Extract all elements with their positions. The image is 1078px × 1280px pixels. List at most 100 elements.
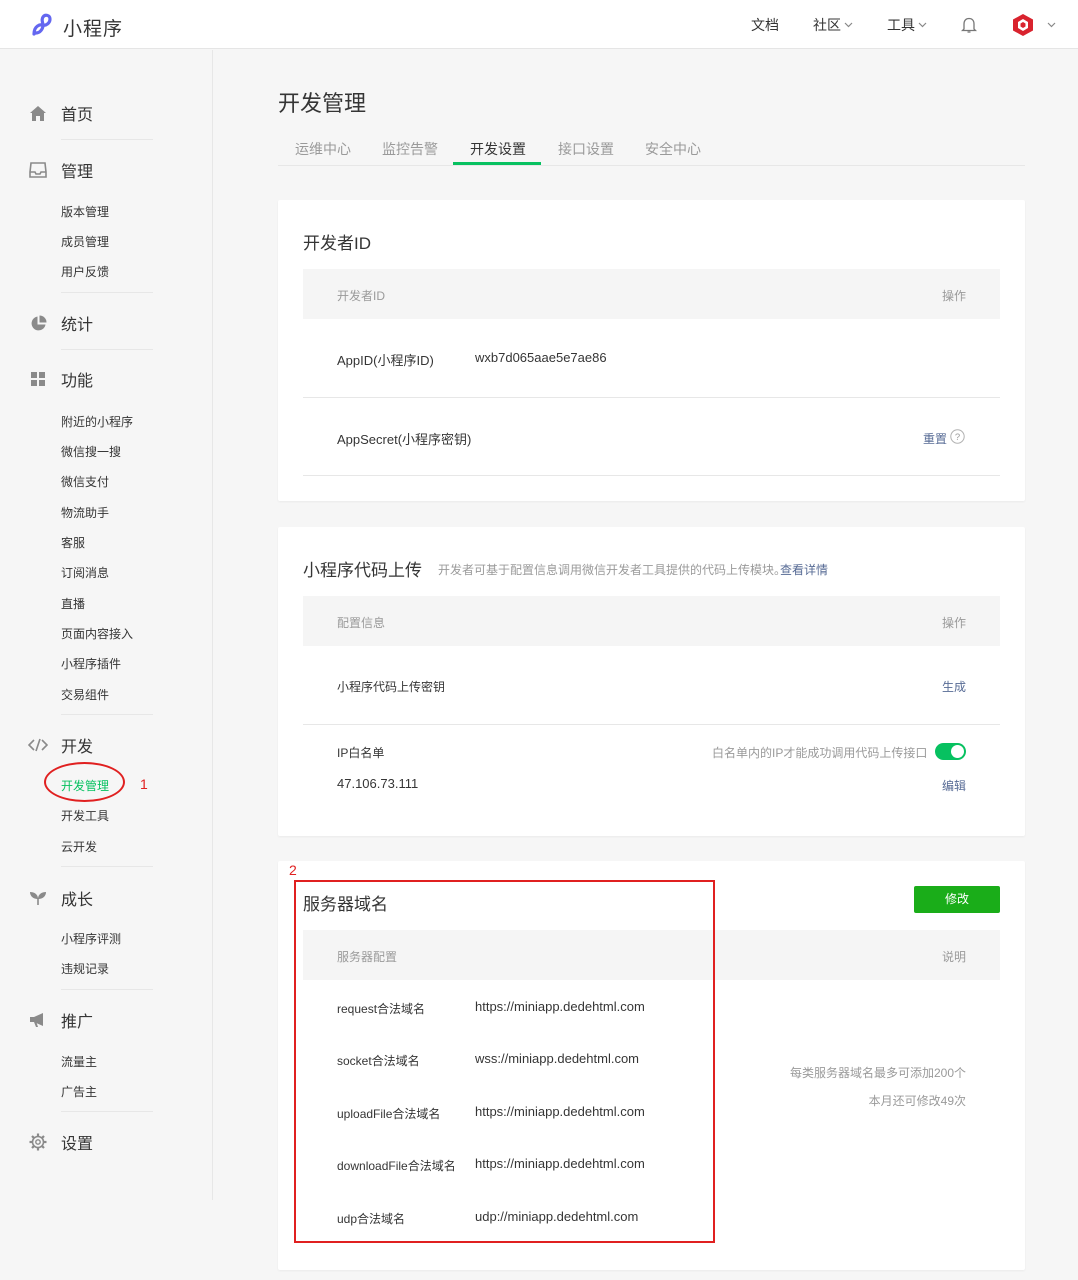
tab-api-settings[interactable]: 接口设置 [558, 139, 614, 159]
sidebar-item-label: 推广 [61, 1014, 94, 1031]
domain-limit-note: 每类服务器域名最多可添加200个 [789, 1066, 966, 1080]
sidebar-item-nearby[interactable]: 附近的小程序 [61, 413, 133, 430]
upload-key-label: 小程序代码上传密钥 [337, 680, 446, 694]
bell-icon[interactable] [961, 16, 977, 34]
sidebar-item-subscribe[interactable]: 订阅消息 [61, 564, 109, 581]
tab-ops-center[interactable]: 运维中心 [295, 139, 351, 159]
appid-label: AppID(小程序ID) [337, 353, 434, 368]
generate-key-link[interactable]: 生成 [942, 678, 966, 695]
sidebar-item-label: 管理 [61, 164, 94, 181]
sidebar-item-label: 开发 [61, 739, 94, 756]
sidebar-item-violations[interactable]: 违规记录 [61, 960, 109, 977]
nav-tools-label: 工具 [887, 16, 915, 33]
sidebar-divider [61, 866, 153, 867]
ip-whitelist-toggle[interactable] [935, 743, 966, 760]
ip-whitelist-hint: 白名单内的IP才能成功调用代码上传接口 [712, 746, 928, 760]
tab-security-center[interactable]: 安全中心 [645, 139, 701, 159]
inbox-icon [28, 160, 48, 180]
column-header: 操作 [941, 289, 966, 303]
nav-docs[interactable]: 文档 [751, 15, 779, 35]
nav-community-label: 社区 [813, 16, 841, 33]
ip-value: 47.106.73.111 [337, 776, 419, 791]
nav-tools[interactable]: 工具 [887, 15, 927, 35]
avatar [1013, 13, 1033, 36]
sidebar-item-logistics[interactable]: 物流助手 [61, 504, 109, 521]
nav-community[interactable]: 社区 [813, 15, 853, 35]
tab-bar: 运维中心 监控告警 开发设置 接口设置 安全中心 [278, 126, 1025, 166]
sidebar-item-label: 功能 [61, 373, 94, 390]
reset-secret-link[interactable]: 重置 [923, 430, 947, 447]
megaphone-icon [28, 1010, 48, 1030]
row-divider [303, 397, 1000, 398]
card-title: 开发者ID [303, 234, 371, 253]
annotation-number-2: 2 [289, 862, 297, 878]
column-header: 说明 [941, 950, 966, 964]
account-menu[interactable] [1011, 13, 1056, 37]
svg-text:?: ? [955, 432, 960, 443]
active-tab-indicator [453, 162, 541, 165]
annotation-number-1: 1 [140, 776, 148, 792]
sidebar-divider [61, 139, 153, 140]
code-upload-card: 小程序代码上传 开发者可基于配置信息调用微信开发者工具提供的代码上传模块。 查看… [278, 527, 1025, 836]
sidebar-item-dev-tools[interactable]: 开发工具 [61, 807, 109, 824]
chevron-down-icon [1047, 22, 1056, 27]
sidebar-divider [61, 1111, 153, 1112]
help-icon[interactable]: ? [950, 429, 965, 449]
sidebar-item-feedback[interactable]: 用户反馈 [61, 263, 109, 280]
sidebar-item-manage[interactable]: 管理 [28, 158, 93, 182]
gear-icon [28, 1132, 48, 1152]
modify-button[interactable]: 修改 [914, 886, 1000, 913]
sidebar-item-evaluation[interactable]: 小程序评测 [61, 930, 121, 947]
tab-monitoring[interactable]: 监控告警 [382, 139, 438, 159]
sidebar-item-content[interactable]: 页面内容接入 [61, 625, 133, 642]
sidebar-item-members[interactable]: 成员管理 [61, 233, 109, 250]
miniprogram-logo-icon [30, 12, 56, 43]
sidebar-item-live[interactable]: 直播 [61, 595, 85, 612]
annotation-circle [44, 762, 125, 802]
top-nav: 文档 社区 工具 [751, 0, 1078, 49]
sidebar-item-advertiser[interactable]: 广告主 [61, 1083, 97, 1100]
appid-value: wxb7d065aae5e7ae86 [475, 350, 607, 365]
sidebar-item-pay[interactable]: 微信支付 [61, 473, 109, 490]
tab-dev-settings[interactable]: 开发设置 [470, 139, 526, 159]
edit-ip-link[interactable]: 编辑 [942, 777, 966, 794]
developer-id-card: 开发者ID 开发者ID 操作 AppID(小程序ID) wxb7d065aae5… [278, 200, 1025, 501]
sidebar-item-features[interactable]: 功能 [28, 367, 93, 391]
column-header: 配置信息 [337, 616, 386, 630]
sidebar-item-settings[interactable]: 设置 [28, 1130, 93, 1154]
sidebar-item-traffic-owner[interactable]: 流量主 [61, 1053, 97, 1070]
annotation-box [294, 880, 715, 1243]
sidebar-item-search[interactable]: 微信搜一搜 [61, 443, 121, 460]
appsecret-label: AppSecret(小程序密钥) [337, 432, 472, 447]
sidebar-item-label: 首页 [61, 107, 94, 124]
sprout-icon [28, 888, 48, 908]
card-description: 开发者可基于配置信息调用微信开发者工具提供的代码上传模块。 [438, 563, 787, 577]
grid-icon [28, 369, 48, 389]
sidebar-item-growth[interactable]: 成长 [28, 886, 93, 910]
table-header: 配置信息 操作 [303, 596, 1000, 646]
sidebar-item-cloud-dev[interactable]: 云开发 [61, 838, 97, 855]
sidebar-divider [61, 349, 153, 350]
chevron-down-icon [844, 22, 853, 27]
sidebar-item-service[interactable]: 客服 [61, 534, 85, 551]
code-icon [28, 735, 48, 755]
sidebar-item-home[interactable]: 首页 [28, 101, 93, 125]
sidebar-item-dev[interactable]: 开发 [28, 733, 93, 757]
sidebar-item-trade[interactable]: 交易组件 [61, 686, 109, 703]
modify-count-note: 本月还可修改49次 [868, 1094, 966, 1108]
ip-whitelist-label: IP白名单 [337, 746, 385, 760]
nav-docs-label: 文档 [751, 16, 779, 33]
row-divider [303, 724, 1000, 725]
sidebar-divider [61, 714, 153, 715]
page-title: 开发管理 [278, 91, 367, 116]
card-title: 小程序代码上传 [303, 561, 422, 580]
sidebar-item-stats[interactable]: 统计 [28, 311, 93, 335]
sidebar-item-promotion[interactable]: 推广 [28, 1008, 93, 1032]
brand-name: 小程序 [63, 19, 124, 40]
sidebar-item-version[interactable]: 版本管理 [61, 203, 109, 220]
column-header: 操作 [941, 616, 966, 630]
view-details-link[interactable]: 查看详情 [780, 561, 828, 578]
sidebar-item-plugin[interactable]: 小程序插件 [61, 655, 121, 672]
brand-logo[interactable]: 小程序 [30, 12, 123, 43]
row-divider [303, 475, 1000, 476]
